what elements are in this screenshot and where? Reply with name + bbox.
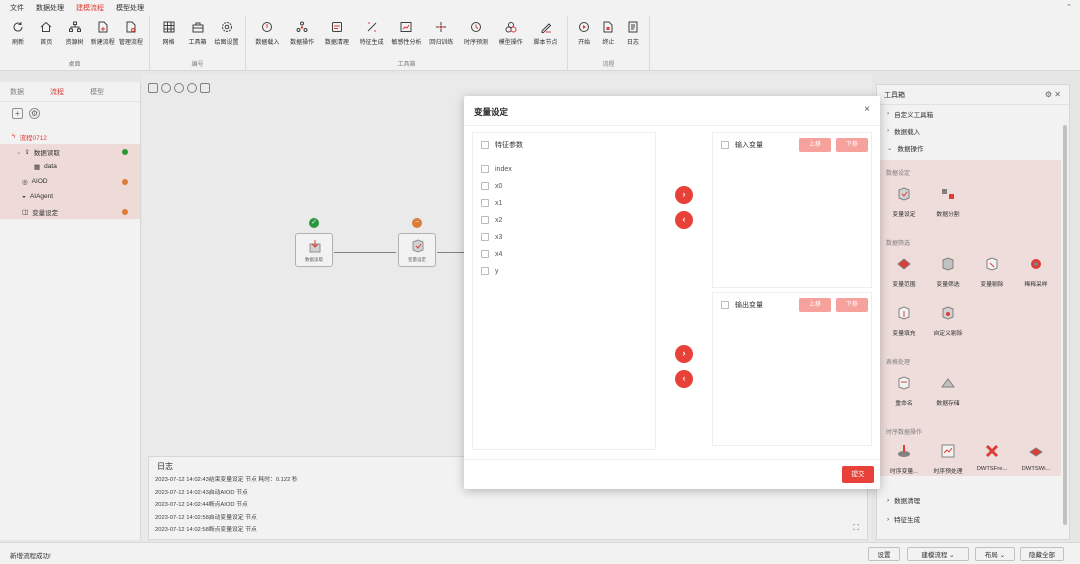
remove-from-output-button[interactable]: ‹ xyxy=(675,370,693,388)
feature-item[interactable]: x1 xyxy=(481,197,502,209)
remove-from-input-button[interactable]: ‹ xyxy=(675,211,693,229)
select-all-checkbox[interactable] xyxy=(481,141,489,149)
feature-item[interactable]: y xyxy=(481,265,499,277)
input-select-all-checkbox[interactable] xyxy=(721,141,729,149)
close-icon[interactable]: × xyxy=(864,104,870,115)
feature-checkbox[interactable] xyxy=(481,250,489,258)
feature-item[interactable]: x0 xyxy=(481,180,502,192)
feature-item[interactable]: index xyxy=(481,163,512,175)
input-variable-panel: 输入变量 上移 下移 xyxy=(712,132,872,288)
dialog-title: 变量设定 xyxy=(474,107,509,117)
output-title: 输出变量 xyxy=(735,302,763,309)
feature-item[interactable]: x2 xyxy=(481,214,502,226)
input-move-down-button[interactable]: 下移 xyxy=(836,138,868,152)
input-move-up-button[interactable]: 上移 xyxy=(799,138,831,152)
feature-panel: 特征参数 index x0 x1 x2 x3 x4 y xyxy=(472,132,656,450)
input-title: 输入变量 xyxy=(735,142,763,149)
feature-checkbox[interactable] xyxy=(481,216,489,224)
feature-checkbox[interactable] xyxy=(481,267,489,275)
output-variable-panel: 输出变量 上移 下移 xyxy=(712,292,872,446)
feature-checkbox[interactable] xyxy=(481,182,489,190)
submit-button[interactable]: 提交 xyxy=(842,466,874,483)
variable-setting-dialog: 变量设定 × 特征参数 index x0 x1 x2 x3 x4 y › ‹ ›… xyxy=(464,96,880,489)
feature-header: 特征参数 xyxy=(481,139,523,151)
move-to-output-button[interactable]: › xyxy=(675,345,693,363)
output-move-down-button[interactable]: 下移 xyxy=(836,298,868,312)
feature-checkbox[interactable] xyxy=(481,199,489,207)
feature-checkbox[interactable] xyxy=(481,165,489,173)
feature-item[interactable]: x4 xyxy=(481,248,502,260)
feature-item[interactable]: x3 xyxy=(481,231,502,243)
move-to-input-button[interactable]: › xyxy=(675,186,693,204)
feature-checkbox[interactable] xyxy=(481,233,489,241)
dialog-footer: 提交 xyxy=(464,459,880,489)
output-move-up-button[interactable]: 上移 xyxy=(799,298,831,312)
dialog-header: 变量设定 × xyxy=(464,96,880,126)
output-select-all-checkbox[interactable] xyxy=(721,301,729,309)
